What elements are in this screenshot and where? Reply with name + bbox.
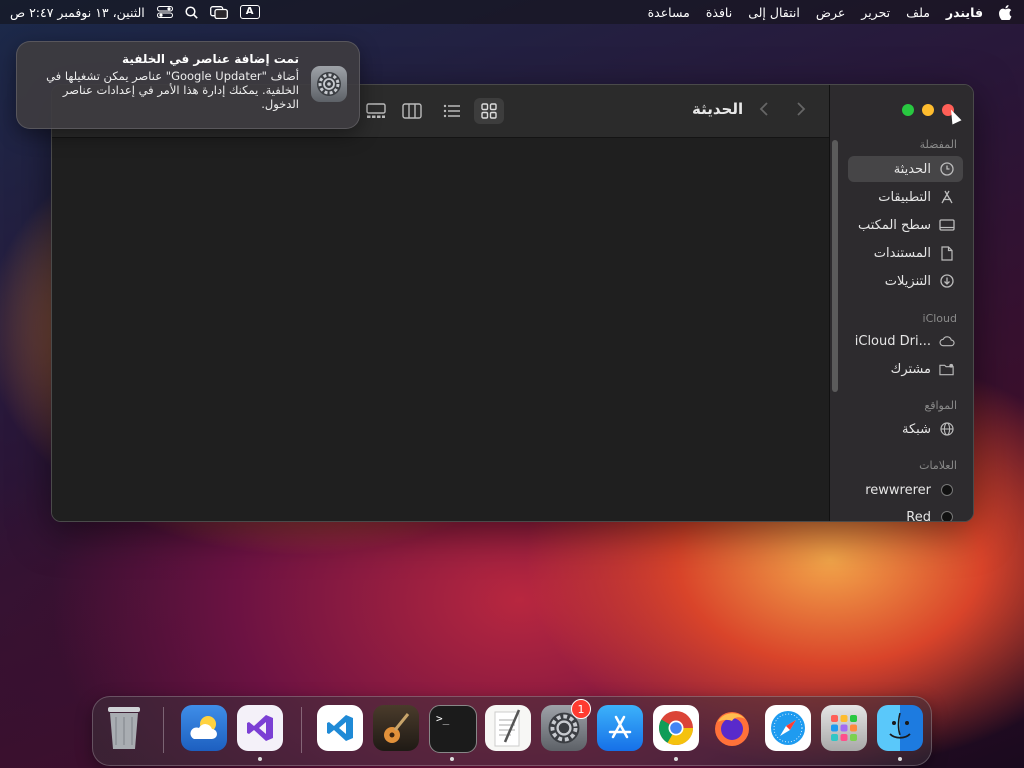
running-indicator: [450, 757, 454, 761]
sidebar-item-label: الحديثة: [893, 161, 931, 177]
menu-help[interactable]: مساعدة: [648, 5, 690, 20]
zoom-button[interactable]: [902, 104, 914, 116]
sidebar-item-label: التطبيقات: [878, 189, 931, 205]
dock-separator: [301, 707, 302, 753]
menu-app-name[interactable]: فايندر: [946, 5, 983, 20]
clock-icon: [939, 161, 955, 177]
section-tags: العلامات: [919, 459, 957, 472]
applications-icon: [939, 189, 955, 205]
menu-go[interactable]: انتقال إلى: [748, 5, 800, 20]
sidebar-item-label: شبكة: [902, 421, 931, 437]
chrome-icon[interactable]: [653, 705, 699, 751]
dock-separator: [163, 707, 164, 753]
sidebar-tag-red[interactable]: Red: [848, 504, 963, 522]
sidebar-tag-rewwrerer[interactable]: rewwrerer: [848, 477, 963, 503]
menu-edit[interactable]: تحرير: [861, 5, 890, 20]
terminal-icon[interactable]: >_: [429, 705, 477, 753]
mouse-pointer-icon: [946, 107, 962, 125]
shared-folder-icon: [939, 361, 955, 377]
sidebar-item-desktop[interactable]: سطح المكتب: [848, 212, 963, 238]
weather-app-icon[interactable]: [181, 705, 227, 751]
finder-content-area[interactable]: الحديثة: [52, 85, 829, 521]
list-view-icon[interactable]: [437, 98, 467, 124]
finder-sidebar: المفضلة الحديثة التطبيقات سطح المكتب الم…: [829, 85, 973, 521]
trash-icon[interactable]: [101, 705, 147, 751]
forward-chevron-icon[interactable]: [796, 101, 806, 122]
window-title: الحديثة: [692, 100, 744, 118]
running-indicator: [674, 757, 678, 761]
menu-bar: الثنين، ١٣ نوفمبر ٢:٤٧ ص A فايندر ملف تح…: [0, 0, 1024, 24]
notification-badge: 1: [571, 699, 591, 719]
finder-icon[interactable]: [877, 705, 923, 751]
sidebar-item-label: التنزيلات: [884, 273, 931, 289]
sidebar-item-label: Red: [906, 509, 931, 522]
cloud-icon: [939, 333, 955, 349]
screen-mirroring-icon[interactable]: [209, 5, 228, 19]
document-icon: [939, 245, 955, 261]
launchpad-icon[interactable]: [821, 705, 867, 751]
firefox-icon[interactable]: [709, 705, 755, 751]
notification-banner[interactable]: تمت إضافة عناصر في الخلفية أضاف "Google …: [16, 41, 360, 129]
section-locations: المواقع: [924, 399, 957, 412]
running-indicator: [258, 757, 262, 761]
system-settings-icon[interactable]: 1: [541, 699, 591, 751]
menu-view[interactable]: عرض: [816, 5, 845, 20]
sidebar-item-downloads[interactable]: التنزيلات: [848, 268, 963, 294]
sidebar-item-label: سطح المكتب: [857, 217, 931, 233]
menu-window[interactable]: نافذة: [706, 5, 732, 20]
input-source-indicator[interactable]: A: [239, 5, 260, 19]
sidebar-item-label: مشترك: [890, 361, 931, 377]
globe-icon: [939, 421, 955, 437]
safari-icon[interactable]: [765, 705, 811, 751]
sidebar-scrollbar[interactable]: [832, 140, 838, 392]
section-favorites: المفضلة: [919, 138, 957, 151]
notification-body: أضاف "Google Updater" عناصر يمكن تشغيلها…: [46, 69, 299, 111]
apple-icon[interactable]: [999, 4, 1012, 20]
menu-bar-status: الثنين، ١٣ نوفمبر ٢:٤٧ ص A: [10, 0, 260, 24]
back-chevron-icon[interactable]: [759, 101, 769, 122]
sidebar-item-network[interactable]: شبكة: [848, 416, 963, 442]
tag-dot-icon: [939, 509, 955, 521]
textedit-icon[interactable]: [485, 705, 531, 751]
icon-view-icon[interactable]: [474, 98, 504, 124]
garageband-icon[interactable]: [373, 705, 419, 751]
clock[interactable]: الثنين، ١٣ نوفمبر ٢:٤٧ ص: [10, 5, 145, 20]
finder-window: الحديثة المفضلة الحديثة التطبيقات سطح ال…: [51, 84, 974, 522]
sidebar-item-label: rewwrerer: [865, 482, 931, 498]
sidebar-item-shared[interactable]: مشترك: [848, 356, 963, 382]
dock: >_ 1: [92, 696, 932, 766]
spotlight-search-icon[interactable]: [185, 5, 198, 19]
sidebar-item-icloud-drive[interactable]: iCloud Dri...: [848, 328, 963, 354]
visual-studio-icon[interactable]: [237, 705, 283, 751]
control-center-icon[interactable]: [156, 6, 173, 18]
section-icloud: iCloud: [922, 312, 957, 325]
sidebar-item-documents[interactable]: المستندات: [848, 240, 963, 266]
sidebar-item-label: iCloud Dri...: [854, 333, 931, 349]
running-indicator: [898, 757, 902, 761]
download-icon: [939, 273, 955, 289]
minimize-button[interactable]: [922, 104, 934, 116]
desktop-icon: [939, 217, 955, 233]
notification-title: تمت إضافة عناصر في الخلفية: [122, 52, 299, 66]
sidebar-item-label: المستندات: [873, 245, 931, 261]
sidebar-item-recents[interactable]: الحديثة: [848, 156, 963, 182]
menu-file[interactable]: ملف: [906, 5, 930, 20]
vscode-icon[interactable]: [317, 705, 363, 751]
tag-dot-icon: [939, 482, 955, 498]
column-view-icon[interactable]: [397, 98, 427, 124]
app-store-icon[interactable]: [597, 705, 643, 751]
settings-gear-icon: [311, 66, 347, 102]
sidebar-item-applications[interactable]: التطبيقات: [848, 184, 963, 210]
gallery-view-icon[interactable]: [361, 98, 391, 124]
menu-bar-menus: فايندر ملف تحرير عرض انتقال إلى نافذة مس…: [648, 0, 1012, 24]
